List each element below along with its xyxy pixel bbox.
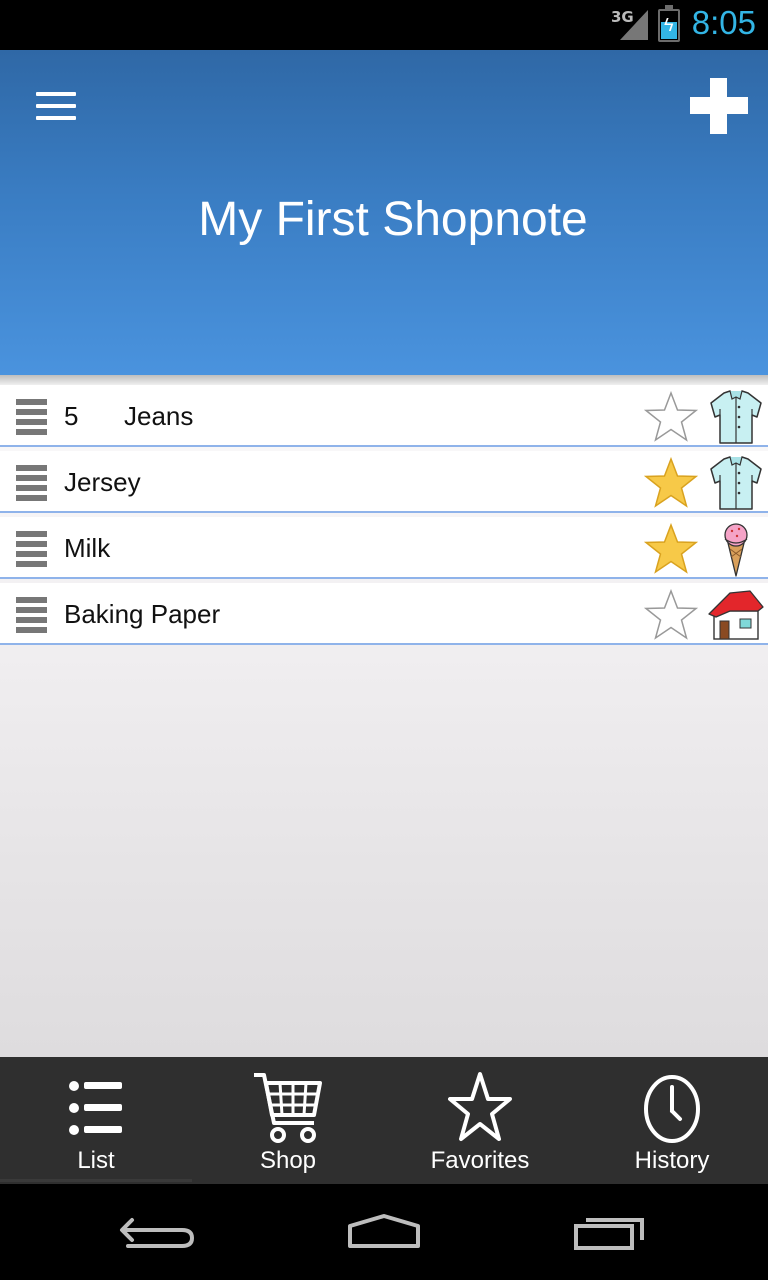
- tab-list[interactable]: List: [0, 1057, 192, 1184]
- house-icon: [708, 590, 764, 640]
- tab-label: List: [77, 1147, 115, 1174]
- recent-apps-icon[interactable]: [560, 1206, 660, 1256]
- list-icon: [69, 1081, 122, 1135]
- drag-handle-icon[interactable]: [16, 465, 47, 501]
- signal-icon: [620, 10, 648, 40]
- item-name: Baking Paper: [64, 599, 221, 629]
- system-nav-bar: [0, 1184, 768, 1280]
- drag-handle-icon[interactable]: [16, 399, 47, 435]
- header-shadow: [0, 375, 768, 385]
- page-title: My First Shopnote: [198, 193, 588, 246]
- item-quantity: 5: [64, 401, 79, 431]
- tab-shop[interactable]: Shop: [192, 1057, 384, 1184]
- clock-time: 8:05: [691, 4, 756, 41]
- list-item[interactable]: Baking Paper: [0, 583, 768, 645]
- list-item[interactable]: 5 Jeans: [0, 385, 768, 447]
- tab-favorites[interactable]: Favorites: [384, 1057, 576, 1184]
- star-filled-icon[interactable]: [644, 523, 698, 575]
- drag-handle-icon[interactable]: [16, 597, 47, 633]
- shopping-cart-icon: [254, 1073, 322, 1143]
- ice-cream-icon: [724, 523, 748, 577]
- tab-label: Shop: [259, 1147, 317, 1174]
- star-outline-icon[interactable]: [644, 589, 698, 641]
- clock-icon: [644, 1075, 700, 1143]
- list-item[interactable]: Jersey: [0, 451, 768, 513]
- status-bar: 3G ϟ 8:05: [0, 0, 768, 50]
- star-outline-icon[interactable]: [644, 391, 698, 443]
- tab-history[interactable]: History: [576, 1057, 768, 1184]
- star-icon: [448, 1072, 512, 1141]
- star-filled-icon[interactable]: [644, 457, 698, 509]
- item-name: Jersey: [64, 467, 141, 497]
- shirt-icon: [710, 390, 762, 444]
- battery-icon: ϟ: [658, 5, 680, 42]
- app-header: My First Shopnote: [0, 50, 768, 375]
- item-name: Jeans: [124, 401, 194, 431]
- shopping-list: 5 Jeans Jersey Milk Baking Paper: [0, 385, 768, 1057]
- home-icon[interactable]: [334, 1206, 434, 1256]
- tab-label: History: [634, 1147, 710, 1174]
- list-item[interactable]: Milk: [0, 517, 768, 579]
- drag-handle-icon[interactable]: [16, 531, 47, 567]
- item-name: Milk: [64, 533, 111, 563]
- back-icon[interactable]: [110, 1206, 210, 1256]
- tab-label: Favorites: [430, 1147, 530, 1174]
- hamburger-menu-icon[interactable]: [36, 92, 76, 120]
- add-item-button[interactable]: [690, 78, 748, 134]
- shirt-icon: [710, 456, 762, 510]
- bottom-tab-bar: List Shop Favorites History: [0, 1057, 768, 1184]
